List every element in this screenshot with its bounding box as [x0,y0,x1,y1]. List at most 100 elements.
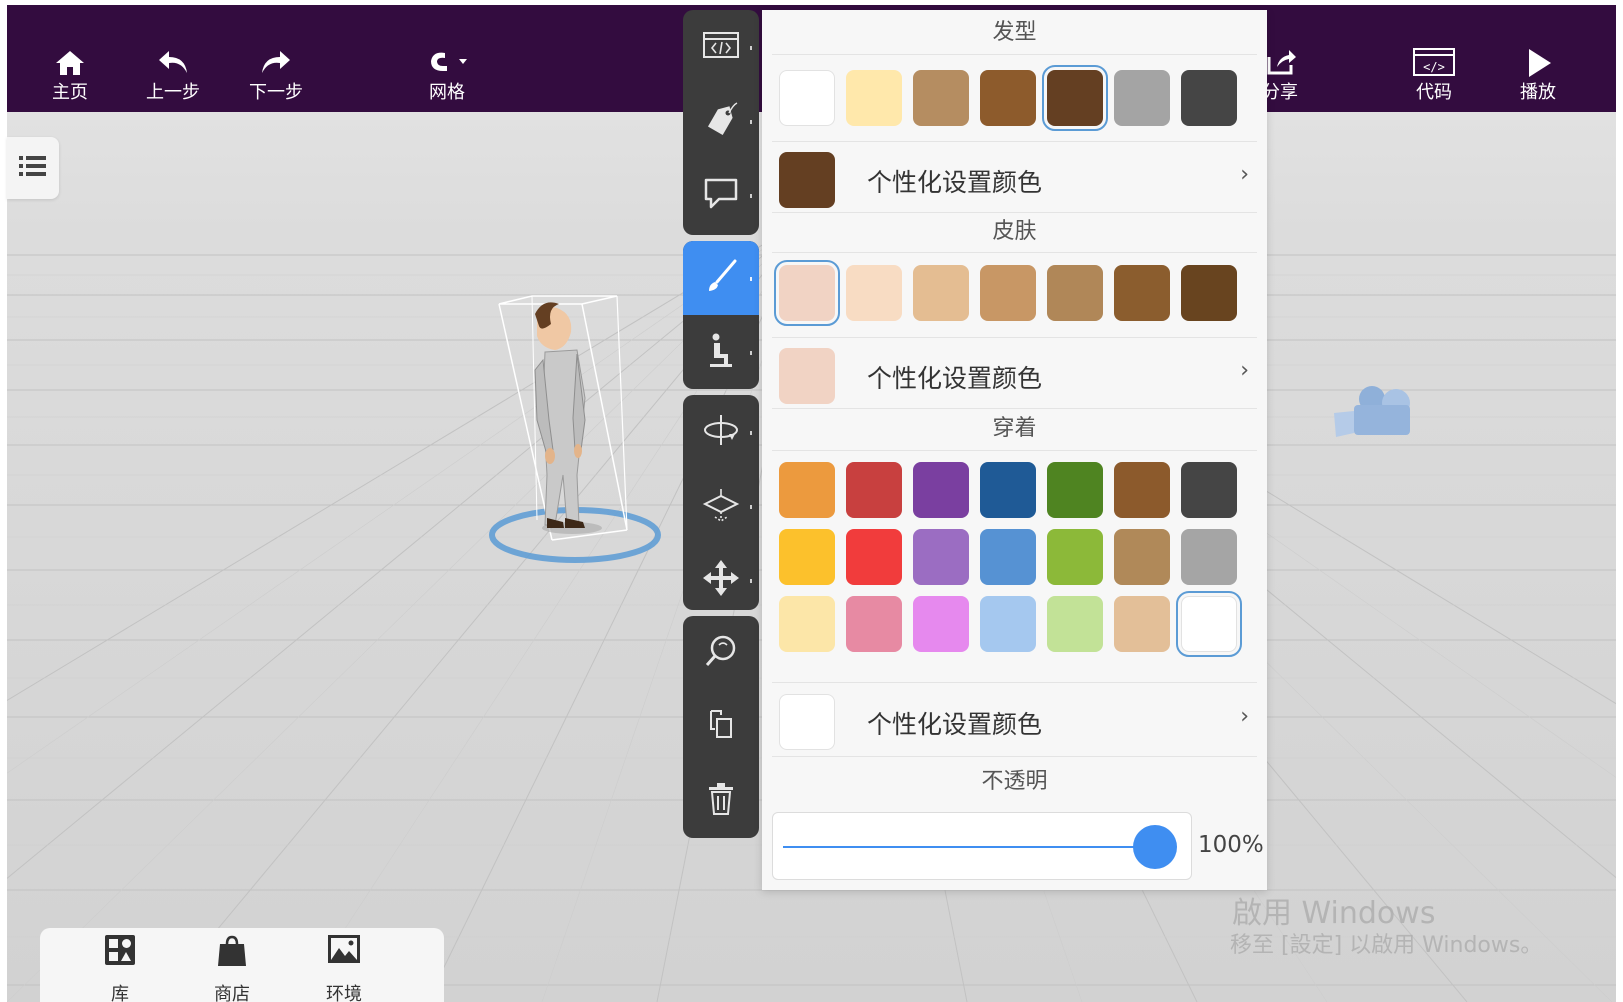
skin-color-swatch[interactable] [913,265,969,321]
clothing-color-swatch[interactable] [1176,591,1242,657]
shopping-bag-icon [192,934,272,974]
skin-color-swatch[interactable] [774,260,840,326]
tool-speech-button[interactable] [683,158,759,232]
play-label: 播放 [1520,82,1556,103]
tool-group-actions [683,616,759,838]
code-icon: </> [1394,47,1474,81]
bottom-dock: 库 商店 环境 [40,928,444,1002]
tool-delete-button[interactable] [683,764,759,838]
clothing-color-swatch[interactable] [980,462,1036,518]
tool-move-button[interactable] [683,543,759,610]
redo-button[interactable]: 下一步 [236,47,316,115]
skin-color-swatch[interactable] [1047,265,1103,321]
clothing-color-swatch[interactable] [1047,529,1103,585]
clothing-color-swatch[interactable] [1047,596,1103,652]
clothing-custom-color-row[interactable]: 个性化设置颜色 › [772,688,1257,754]
clothing-color-swatch[interactable] [1047,462,1103,518]
trash-icon [706,782,736,820]
shop-label: 商店 [214,984,250,1002]
hair-custom-color-label: 个性化设置颜色 [867,168,1043,197]
clothing-color-swatch[interactable] [1181,529,1237,585]
code-button[interactable]: </> 代码 [1394,47,1474,115]
clothing-color-swatch[interactable] [779,596,835,652]
opacity-slider-track [783,846,1168,848]
play-button[interactable]: 播放 [1498,47,1578,115]
person-pose-icon [706,332,736,372]
clothing-color-swatch[interactable] [913,462,969,518]
code-label: 代码 [1416,82,1452,103]
home-button[interactable]: 主页 [30,47,110,115]
clothing-color-swatch[interactable] [846,596,902,652]
home-icon [30,47,110,81]
tool-tag-button[interactable] [683,84,759,158]
character-figure[interactable] [477,290,677,575]
tool-group-transform [683,395,759,610]
skin-color-swatch[interactable] [1181,265,1237,321]
code-icon-text: </> [1423,60,1445,74]
tool-rotate-button[interactable] [683,395,759,469]
tool-paint-button[interactable] [683,241,759,315]
library-button[interactable]: 库 [80,934,160,1002]
undo-icon [133,47,213,81]
tool-duplicate-button[interactable] [683,690,759,764]
grid-label: 网格 [429,82,465,103]
clothing-color-swatch[interactable] [1114,529,1170,585]
clothing-color-swatch[interactable] [913,529,969,585]
scene-outline-button[interactable] [7,137,59,199]
home-label: 主页 [52,82,88,103]
hair-color-swatch[interactable] [913,70,969,126]
hair-custom-color-row[interactable]: 个性化设置颜色 › [772,146,1257,212]
clothing-color-swatch[interactable] [913,596,969,652]
clothing-color-swatch[interactable] [846,529,902,585]
environment-button[interactable]: 环境 [304,934,384,1002]
tool-code-button[interactable] [683,10,759,84]
undo-button[interactable]: 上一步 [133,47,213,115]
play-icon [1498,47,1578,81]
hair-color-swatch[interactable] [846,70,902,126]
redo-icon [236,47,316,81]
clothing-color-swatch[interactable] [1114,596,1170,652]
skin-color-swatch[interactable] [1114,265,1170,321]
skin-custom-color-row[interactable]: 个性化设置颜色 › [772,342,1257,408]
tool-animation-button[interactable] [683,315,759,389]
tool-focus-button[interactable] [683,616,759,690]
hair-color-swatch[interactable] [1042,65,1108,131]
opacity-slider[interactable] [772,812,1192,880]
camera-object[interactable] [1332,385,1432,455]
windows-activation-hint: 移至 [設定] 以啟用 Windows。 [1230,933,1543,958]
clothing-color-swatch[interactable] [980,596,1036,652]
skin-section-title: 皮肤 [992,219,1037,244]
hair-color-swatch[interactable] [1114,70,1170,126]
hair-color-swatch[interactable] [980,70,1036,126]
opacity-slider-thumb[interactable] [1133,825,1177,869]
opacity-section-title: 不透明 [981,769,1048,794]
hair-section-title: 发型 [992,20,1037,45]
clothing-color-swatch[interactable] [779,529,835,585]
chevron-right-icon: › [1240,704,1249,729]
clothing-color-swatch[interactable] [1114,462,1170,518]
skin-custom-color-label: 个性化设置颜色 [867,364,1043,393]
skin-color-swatch[interactable] [846,265,902,321]
windows-activation-title: 啟用 Windows [1232,896,1436,931]
chevron-right-icon: › [1240,358,1249,383]
opacity-value: 100% [1198,832,1264,858]
appearance-panel: 发型 个性化设置颜色 › 皮肤 个性化设置颜色 › 穿着 个性化设置颜色 › 不… [762,10,1267,890]
hair-color-swatch[interactable] [1181,70,1237,126]
tool-lift-button[interactable] [683,469,759,543]
magnet-icon [407,47,487,81]
clothing-color-swatch[interactable] [779,462,835,518]
clothing-color-swatch[interactable] [980,529,1036,585]
lift-plane-icon [701,486,741,526]
skin-color-swatch[interactable] [980,265,1036,321]
hair-color-swatch[interactable] [779,70,835,126]
grid-snap-button[interactable]: 网格 [407,47,487,115]
clothing-color-swatch[interactable] [846,462,902,518]
shop-button[interactable]: 商店 [192,934,272,1002]
move-arrows-icon [701,558,741,602]
clothing-color-swatch[interactable] [1181,462,1237,518]
paintbrush-icon [703,258,739,298]
tag-icon [703,101,739,141]
clothing-custom-color-preview [779,694,835,750]
rotate-icon [701,412,741,452]
tool-group-appearance [683,241,759,389]
